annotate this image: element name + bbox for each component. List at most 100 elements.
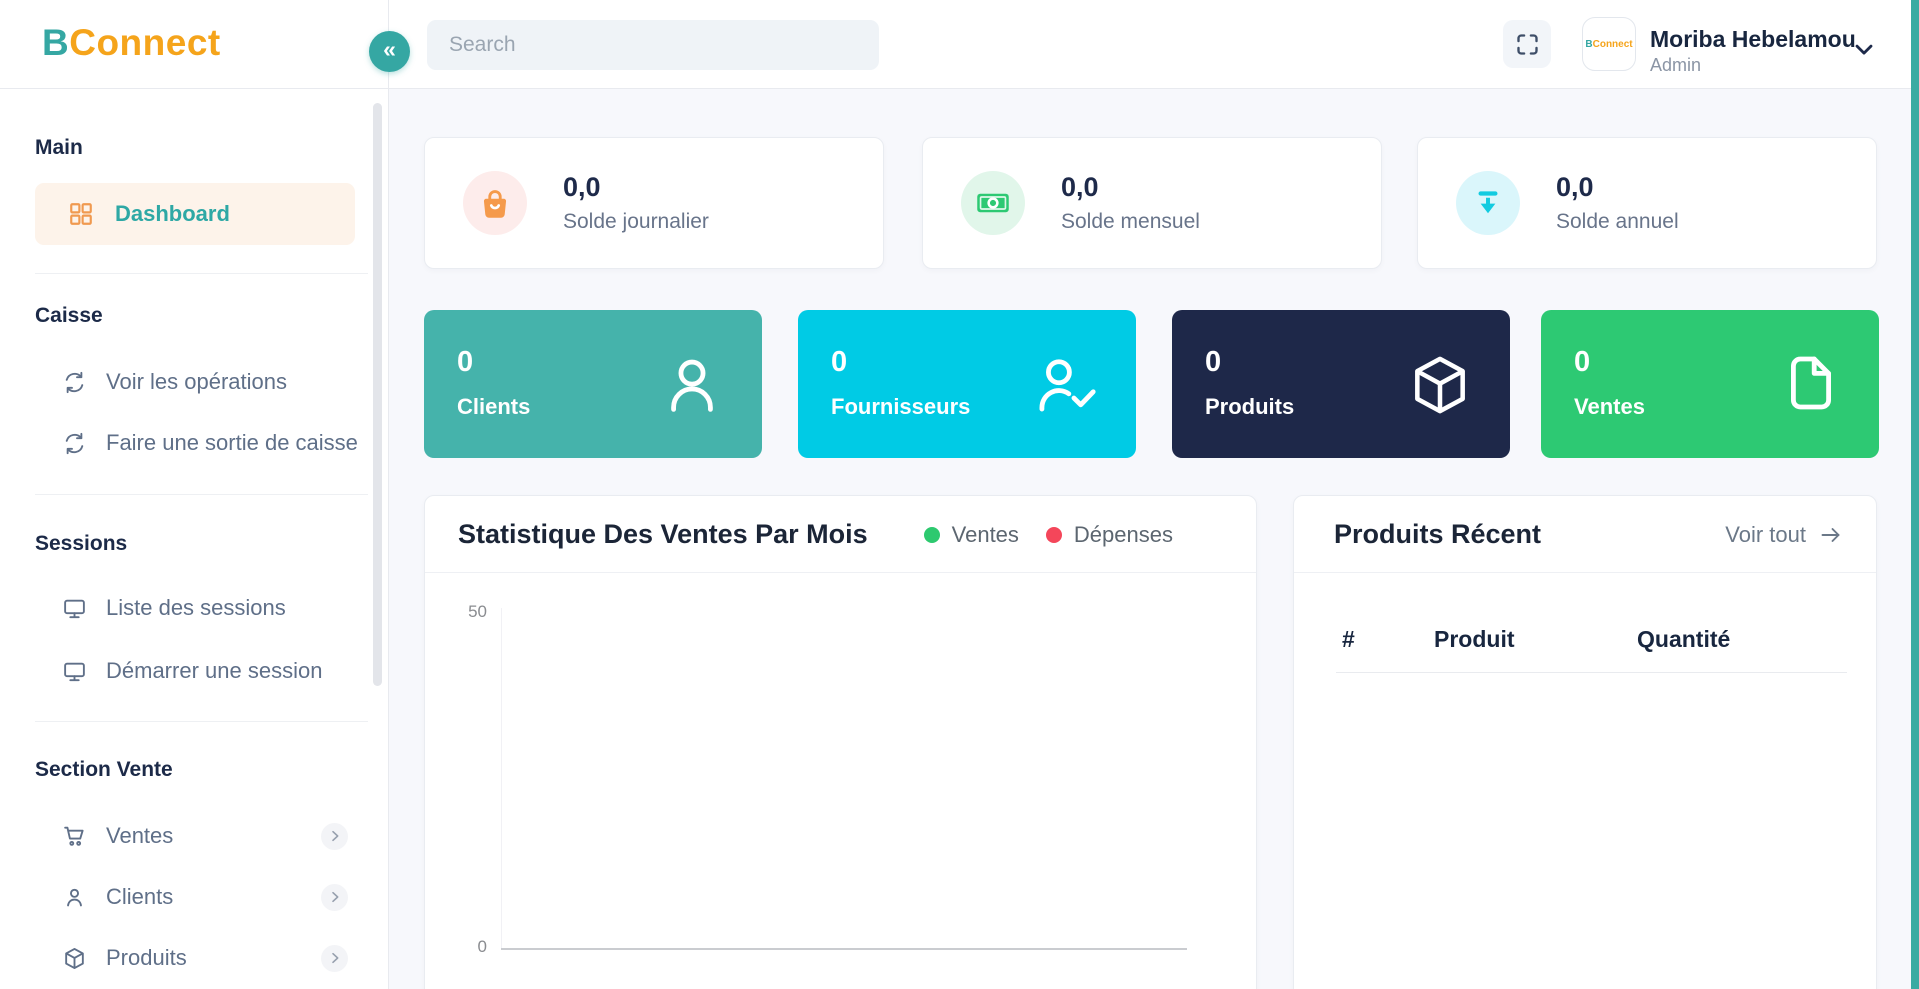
count-label: Clients: [457, 394, 531, 419]
stat-label: Solde annuel: [1556, 210, 1679, 233]
arrow-right-icon: [1819, 523, 1843, 547]
view-all-link[interactable]: Voir tout: [1725, 496, 1843, 573]
sidebar: Main Dashboard Caisse Voir les opération…: [0, 89, 388, 989]
sidebar-item-liste-des-sessions[interactable]: Liste des sessions: [62, 583, 348, 633]
chevron-right-icon[interactable]: [321, 883, 348, 911]
count-label: Ventes: [1574, 394, 1645, 419]
sidebar-section-title-sessions: Sessions: [35, 532, 128, 555]
recent-products-panel: Produits Récent Voir tout # Produit Quan…: [1293, 495, 1877, 989]
recent-products-header: Produits Récent Voir tout: [1294, 496, 1876, 573]
sidebar-item-label: Clients: [106, 884, 174, 909]
avatar[interactable]: BConnect: [1582, 17, 1636, 71]
sidebar-item-dashboard[interactable]: Dashboard: [35, 183, 355, 245]
sidebar-section-title-section-vente: Section Vente: [35, 758, 173, 781]
count-card-fournisseurs: 0 Fournisseurs: [798, 310, 1136, 458]
fullscreen-icon: [1514, 31, 1541, 58]
app-root: BConnect BConnect Moriba Hebelamou Admin…: [0, 0, 1919, 989]
view-all-label: Voir tout: [1725, 521, 1806, 547]
user-name[interactable]: Moriba Hebelamou: [1650, 26, 1856, 53]
user-check-icon: [1032, 351, 1100, 419]
banknote-icon: [961, 171, 1025, 235]
cart-icon: [62, 824, 87, 849]
stat-card-solde-journalier: 0,0 Solde journalier: [424, 137, 884, 269]
count-value: 0: [457, 346, 474, 378]
legend-label: Ventes: [951, 521, 1019, 547]
stat-card-solde-mensuel: 0,0 Solde mensuel: [922, 137, 1382, 269]
sidebar-item-faire-une-sortie[interactable]: Faire une sortie de caisse: [62, 418, 358, 468]
cube-icon: [1406, 351, 1474, 419]
stat-value: 0,0: [1556, 172, 1594, 202]
brand-logo-prefix: B: [42, 22, 70, 63]
chevron-right-icon[interactable]: [321, 944, 348, 972]
stat-value: 0,0: [1061, 172, 1099, 202]
count-label: Produits: [1205, 394, 1295, 419]
y-axis-tick-bottom: 0: [477, 937, 487, 956]
user-role: Admin: [1650, 55, 1702, 75]
avatar-logo: BConnect: [1585, 38, 1633, 50]
sales-chart-panel: Statistique Des Ventes Par Mois Ventes D…: [424, 495, 1257, 989]
chevron-down-icon[interactable]: [1850, 35, 1878, 63]
stat-label: Solde mensuel: [1061, 210, 1200, 233]
search-input[interactable]: [427, 20, 879, 70]
legend-dot-ventes: [923, 526, 940, 543]
user-icon: [658, 351, 726, 419]
sidebar-divider: [35, 273, 368, 274]
sync-icon: [62, 370, 87, 395]
sidebar-item-label: Produits: [106, 945, 187, 970]
chart-legend: Ventes Dépenses: [923, 496, 1173, 573]
count-value: 0: [1205, 346, 1222, 378]
download-icon: [1456, 171, 1520, 235]
grid-icon: [68, 201, 94, 227]
sync-icon: [62, 431, 87, 456]
sidebar-item-voir-les-operations[interactable]: Voir les opérations: [62, 357, 348, 407]
column-header-produit: Produit: [1434, 626, 1515, 652]
sidebar-item-produits[interactable]: Produits: [62, 933, 348, 983]
sidebar-item-ventes[interactable]: Ventes: [62, 811, 348, 861]
count-card-ventes: 0 Ventes: [1541, 310, 1879, 458]
stat-card-solde-annuel: 0,0 Solde annuel: [1417, 137, 1877, 269]
stat-label: Solde journalier: [563, 210, 709, 233]
column-header-quantite: Quantité: [1637, 626, 1731, 652]
top-header: BConnect BConnect Moriba Hebelamou Admin: [0, 0, 1919, 88]
sidebar-divider-line: [388, 0, 389, 989]
monitor-icon: [62, 596, 87, 621]
legend-item-depenses: Dépenses: [1045, 521, 1173, 548]
sidebar-collapse-button[interactable]: «: [369, 31, 410, 72]
sidebar-item-clients[interactable]: Clients: [62, 872, 348, 922]
count-card-clients: 0 Clients: [424, 310, 762, 458]
sidebar-divider: [35, 721, 368, 722]
sidebar-item-label: Faire une sortie de caisse: [106, 430, 358, 455]
page-scrollbar[interactable]: [1911, 0, 1919, 989]
chart-title: Statistique Des Ventes Par Mois: [458, 518, 868, 549]
shopping-bag-icon: [463, 171, 527, 235]
column-header-index: #: [1342, 626, 1355, 652]
chart-gridline: [501, 608, 502, 949]
header-divider: [0, 88, 1919, 89]
sidebar-section-title-main: Main: [35, 136, 83, 159]
sidebar-item-label: Liste des sessions: [106, 595, 286, 620]
file-icon: [1779, 351, 1843, 415]
sidebar-item-label: Démarrer une session: [106, 658, 323, 683]
legend-dot-depenses: [1045, 526, 1062, 543]
chart-panel-header: Statistique Des Ventes Par Mois Ventes D…: [425, 496, 1256, 573]
legend-item-ventes: Ventes: [923, 521, 1019, 548]
sidebar-item-demarrer-une-session[interactable]: Démarrer une session: [62, 646, 348, 696]
count-value: 0: [831, 346, 848, 378]
sidebar-divider: [35, 494, 368, 495]
brand-logo-suffix: Connect: [69, 22, 221, 63]
brand-logo[interactable]: BConnect: [42, 22, 221, 64]
sidebar-item-label: Dashboard: [115, 201, 230, 226]
sidebar-section-title-caisse: Caisse: [35, 304, 103, 327]
table-header-divider: [1336, 672, 1847, 673]
count-label: Fournisseurs: [831, 394, 971, 419]
count-card-produits: 0 Produits: [1172, 310, 1510, 458]
main-content: 0,0 Solde journalier 0,0 Solde mensuel 0…: [389, 89, 1919, 989]
stat-value: 0,0: [563, 172, 601, 202]
legend-label: Dépenses: [1073, 521, 1173, 547]
sidebar-item-label: Voir les opérations: [106, 369, 287, 394]
person-icon: [62, 885, 87, 910]
sidebar-scrollbar[interactable]: [373, 103, 382, 686]
fullscreen-button[interactable]: [1503, 20, 1551, 68]
chevron-right-icon[interactable]: [321, 822, 348, 850]
sidebar-item-label: Ventes: [106, 823, 174, 848]
